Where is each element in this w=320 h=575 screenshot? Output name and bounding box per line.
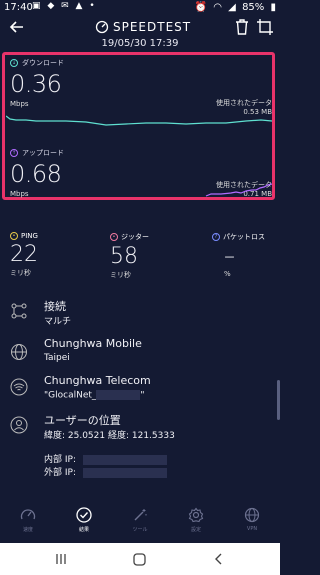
signal-icon: ◢ <box>228 2 236 13</box>
jitter-label: ジッター <box>121 233 149 241</box>
back-icon[interactable] <box>213 553 225 565</box>
alarm-icon: ⏰ <box>194 2 208 13</box>
packet-loss-unit: % <box>224 270 231 278</box>
network-name: "GlocalNet_ <box>44 390 97 401</box>
test-date: 19/05/30 17:39 <box>101 38 179 49</box>
nav-tools-label: ツール <box>132 527 148 533</box>
help-icon[interactable]: ? <box>212 233 220 241</box>
download-value: 0.36 <box>10 70 62 98</box>
download-graph <box>6 115 272 126</box>
redacted-block <box>82 454 167 465</box>
nav-results-label: 結果 <box>78 527 89 533</box>
battery-icon: ▮ <box>270 2 276 13</box>
download-data-label: 使用されたデータ <box>216 99 272 107</box>
speedtest-logo-icon <box>95 20 109 34</box>
nav-vpn[interactable]: VPN <box>224 507 280 532</box>
status-right: ⏰ ◠ ◢ 85% ▮ <box>192 2 276 13</box>
user-location-icon <box>10 416 28 434</box>
vpn-globe-icon <box>244 507 260 523</box>
provider-name: Chunghwa Telecom <box>44 374 151 387</box>
packet-loss-value: – <box>224 244 235 269</box>
gear-icon <box>188 507 204 523</box>
nav-tools[interactable]: ツール <box>112 507 168 533</box>
scrollbar[interactable] <box>277 380 280 420</box>
app-title: SPEEDTEST <box>95 18 191 36</box>
check-circle-icon <box>76 507 92 523</box>
redacted-block <box>96 390 141 400</box>
wifi-signal-icon <box>10 378 28 396</box>
ping-unit: ミリ秒 <box>10 269 31 277</box>
location-coords: 緯度: 25.0521 経度: 121.5333 <box>44 431 175 441</box>
wifi-icon: ◠ <box>213 2 222 13</box>
app-bar: SPEEDTEST 19/05/30 17:39 <box>0 16 280 56</box>
wand-icon <box>134 509 147 521</box>
nav-settings[interactable]: 設定 <box>168 507 224 533</box>
nav-results[interactable]: 結果 <box>56 507 112 533</box>
system-nav-bar <box>0 543 280 575</box>
ping-icon: • <box>10 232 18 240</box>
jitter-icon: • <box>110 233 118 241</box>
nav-speed[interactable]: 速度 <box>0 507 56 533</box>
bottom-nav: 速度 結果 ツール 設定 VPN <box>0 505 280 543</box>
redacted-block <box>82 467 167 478</box>
server-name: Chunghwa Mobile <box>44 337 142 350</box>
nav-settings-label: 設定 <box>190 527 201 533</box>
battery-percent: 85% <box>242 2 265 13</box>
packet-loss-stat: ? パケットロス – % <box>212 232 265 278</box>
download-label: ダウンロード <box>22 59 64 67</box>
jitter-value: 58 <box>110 244 138 269</box>
crop-icon[interactable] <box>256 18 274 36</box>
ping-value: 22 <box>10 242 38 267</box>
connections-icon <box>11 303 27 319</box>
status-time: 17:40 <box>4 2 33 13</box>
nav-vpn-label: VPN <box>246 526 258 532</box>
status-bar: 17:40 ▣ ◆ ✉ ▲ • ⏰ ◠ ◢ 85% ▮ <box>0 0 280 16</box>
location-title: ユーザーの位置 <box>44 414 121 427</box>
connection-title: 接続 <box>44 300 66 313</box>
internal-ip: 内部 IP: <box>44 452 167 465</box>
speedometer-icon <box>20 509 36 520</box>
recent-apps-icon[interactable] <box>55 553 67 565</box>
packet-loss-label: パケットロス <box>223 233 265 241</box>
jitter-stat: • ジッター 58 ミリ秒 <box>110 232 149 280</box>
server-location: Taipei <box>44 353 70 363</box>
back-arrow-icon[interactable] <box>8 18 26 36</box>
upload-label: アップロード <box>22 149 64 157</box>
jitter-unit: ミリ秒 <box>110 271 131 279</box>
stats-row: • PING 22 ミリ秒 • ジッター 58 ミリ秒 ? パケットロス – % <box>0 232 280 290</box>
ping-label: PING <box>21 232 38 240</box>
external-ip-label: 外部 IP: <box>44 468 76 478</box>
provider-network: "GlocalNet_ " <box>44 390 145 401</box>
nav-speed-label: 速度 <box>22 527 33 533</box>
trash-icon[interactable] <box>234 18 250 36</box>
connection-mode: マルチ <box>44 317 72 327</box>
upload-icon: ↑ <box>10 149 18 157</box>
app-title-text: SPEEDTEST <box>113 20 192 34</box>
external-ip: 外部 IP: <box>44 465 167 478</box>
ping-stat: • PING 22 ミリ秒 <box>10 232 38 278</box>
upload-graph <box>205 183 272 197</box>
globe-icon <box>11 344 27 360</box>
notification-icons: ▣ ◆ ✉ ▲ • <box>32 1 97 11</box>
internal-ip-label: 内部 IP: <box>44 455 76 465</box>
download-icon: ↓ <box>10 59 18 67</box>
home-icon[interactable] <box>133 553 146 566</box>
